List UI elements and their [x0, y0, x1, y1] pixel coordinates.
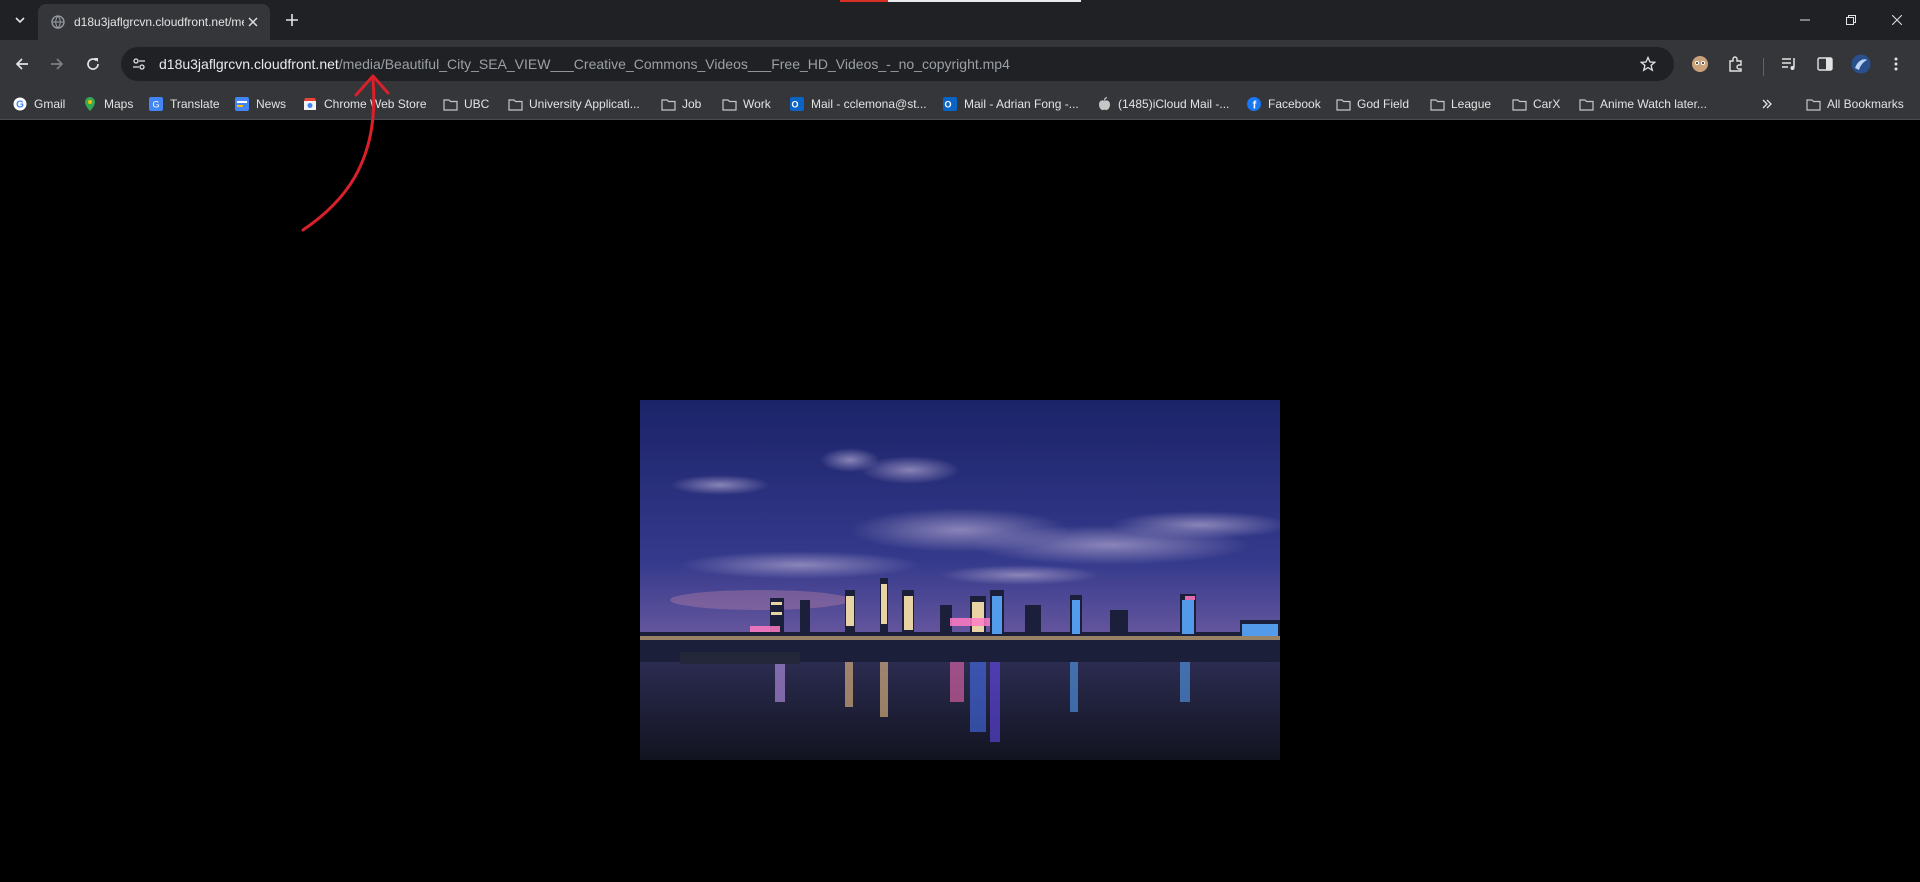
back-icon[interactable] [8, 50, 36, 78]
close-window-icon[interactable] [1874, 0, 1920, 40]
site-info-icon[interactable] [127, 52, 151, 76]
reload-icon[interactable] [79, 50, 107, 78]
media-indicator-white [888, 0, 1081, 2]
bookmark-news[interactable]: News [234, 92, 286, 116]
tab-close-icon[interactable] [244, 13, 262, 31]
bookmarks-bar: G Gmail Maps G Translate News Chrome Web… [0, 88, 1920, 120]
bookmark-label: University Applicati... [529, 97, 640, 111]
bookmark-label: Work [743, 97, 771, 111]
toolbar: d18u3jaflgrcvn.cloudfront.net/media/Beau… [0, 40, 1920, 88]
video-player[interactable] [640, 400, 1280, 760]
web-store-icon [302, 96, 318, 112]
bookmark-label: News [256, 97, 287, 111]
all-bookmarks-label: All Bookmarks [1827, 97, 1904, 111]
folder-icon [1805, 96, 1821, 112]
toolbar-separator [1763, 58, 1764, 76]
bookmark-label: Anime Watch later... [1600, 97, 1707, 111]
folder-icon [1429, 96, 1445, 112]
bookmark-folder-anime[interactable]: Anime Watch later... [1578, 92, 1707, 116]
media-indicator-red [840, 0, 888, 2]
bookmark-folder-ubc[interactable]: UBC [442, 92, 489, 116]
bookmark-label: Job [682, 97, 702, 111]
maps-pin-icon [82, 96, 98, 112]
bookmark-label: Translate [170, 97, 220, 111]
folder-icon [721, 96, 737, 112]
folder-icon [507, 96, 523, 112]
bookmark-folder-job[interactable]: Job [660, 92, 701, 116]
google-icon: G [12, 96, 28, 112]
bookmark-label: Chrome Web Store [324, 97, 427, 111]
folder-icon [1335, 96, 1351, 112]
svg-text:G: G [16, 100, 24, 111]
folder-icon [442, 96, 458, 112]
outlook-icon: O [942, 96, 958, 112]
bookmark-folder-god-field[interactable]: God Field [1335, 92, 1409, 116]
news-icon [234, 96, 250, 112]
facebook-icon: f [1246, 96, 1262, 112]
bookmark-label: League [1451, 97, 1492, 111]
bookmark-label: UBC [464, 97, 490, 111]
globe-icon [50, 14, 66, 30]
bookmark-label: Mail - cclemona@st... [811, 97, 927, 111]
menu-kebab-icon[interactable] [1884, 52, 1908, 76]
svg-text:O: O [944, 100, 951, 110]
bookmark-mail-cclemona[interactable]: O Mail - cclemona@st... [789, 92, 927, 116]
svg-text:G: G [152, 100, 159, 110]
extension-avatar-icon[interactable] [1688, 52, 1712, 76]
media-controls-icon[interactable] [1777, 52, 1801, 76]
bookmark-folder-league[interactable]: League [1429, 92, 1491, 116]
apple-icon [1096, 96, 1112, 112]
outlook-icon: O [789, 96, 805, 112]
minimize-icon[interactable] [1782, 0, 1828, 40]
bookmark-facebook[interactable]: f Facebook [1246, 92, 1321, 116]
city-night-video-frame [640, 400, 1280, 760]
bookmark-chrome-web-store[interactable]: Chrome Web Store [302, 92, 427, 116]
translate-icon: G [148, 96, 164, 112]
svg-text:O: O [791, 100, 798, 110]
url-path: /media/Beautiful_City_SEA_VIEW___Creativ… [338, 56, 1010, 72]
bookmark-mail-adrian[interactable]: O Mail - Adrian Fong -... [942, 92, 1079, 116]
page-content [0, 121, 1920, 882]
folder-icon [660, 96, 676, 112]
folder-icon [1578, 96, 1594, 112]
new-tab-button[interactable] [279, 8, 305, 32]
active-tab[interactable]: d18u3jaflgrcvn.cloudfront.net/media/Beau… [38, 4, 270, 40]
tab-search-dropdown-icon[interactable] [8, 8, 32, 32]
bookmark-translate[interactable]: G Translate [148, 92, 220, 116]
bookmark-label: CarX [1533, 97, 1561, 111]
url-host: d18u3jaflgrcvn.cloudfront.net [159, 56, 339, 72]
bookmark-folder-carx[interactable]: CarX [1511, 92, 1560, 116]
tab-title: d18u3jaflgrcvn.cloudfront.net/media/Beau… [74, 15, 244, 29]
forward-icon[interactable] [43, 50, 71, 78]
bookmark-label: Maps [104, 97, 134, 111]
svg-text:f: f [1253, 100, 1257, 112]
all-bookmarks-button[interactable]: All Bookmarks [1805, 92, 1904, 116]
bookmark-label: Mail - Adrian Fong -... [964, 97, 1079, 111]
bookmark-star-icon[interactable] [1636, 52, 1660, 76]
profile-avatar-icon[interactable] [1849, 52, 1873, 76]
bookmark-icloud-mail[interactable]: (1485)iCloud Mail -... [1096, 92, 1229, 116]
bookmark-maps[interactable]: Maps [82, 92, 133, 116]
url-text: d18u3jaflgrcvn.cloudfront.net/media/Beau… [159, 56, 1010, 72]
bookmark-folder-university[interactable]: University Applicati... [507, 92, 640, 116]
bookmark-label: Facebook [1268, 97, 1321, 111]
bookmark-label: God Field [1357, 97, 1410, 111]
bookmark-label: Gmail [34, 97, 66, 111]
bookmark-label: (1485)iCloud Mail -... [1118, 97, 1230, 111]
bookmark-gmail[interactable]: G Gmail [12, 92, 65, 116]
folder-icon [1511, 96, 1527, 112]
tab-strip: d18u3jaflgrcvn.cloudfront.net/media/Beau… [0, 0, 1920, 40]
restore-icon[interactable] [1828, 0, 1874, 40]
bookmarks-overflow-icon[interactable] [1755, 92, 1779, 116]
address-bar[interactable]: d18u3jaflgrcvn.cloudfront.net/media/Beau… [121, 47, 1674, 81]
extensions-puzzle-icon[interactable] [1724, 52, 1748, 76]
bookmark-folder-work[interactable]: Work [721, 92, 771, 116]
side-panel-icon[interactable] [1813, 52, 1837, 76]
